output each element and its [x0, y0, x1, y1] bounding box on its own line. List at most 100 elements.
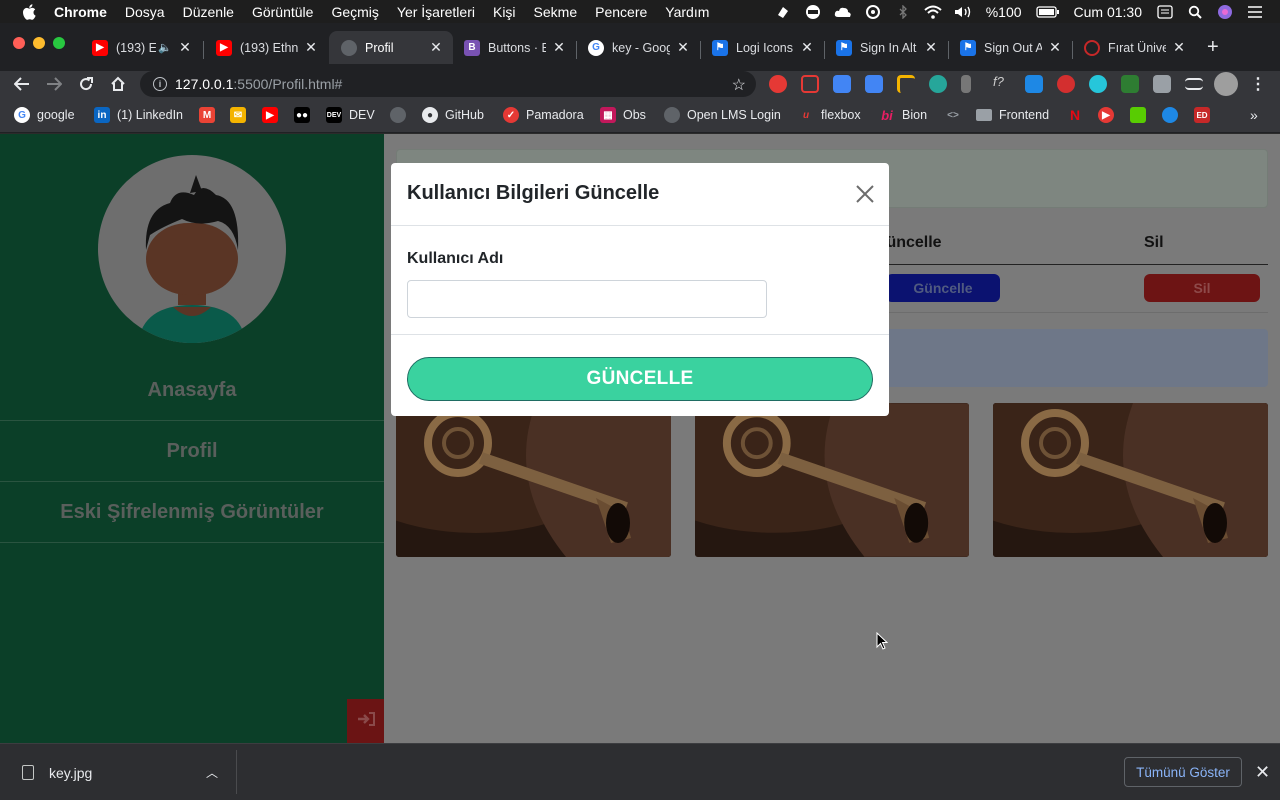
logout-button[interactable]: [347, 699, 384, 743]
bookmark-github[interactable]: ● GitHub: [422, 106, 484, 124]
bird-extension-icon[interactable]: [929, 75, 947, 93]
counter-extension-icon[interactable]: [833, 75, 851, 93]
close-tab-icon[interactable]: ✕: [1172, 39, 1186, 56]
tab-youtube-2[interactable]: ▶ (193) Ethn ✕: [204, 33, 328, 62]
tab-youtube-1[interactable]: ▶ (193) E 🔈 ✕: [80, 33, 202, 62]
menu-edit[interactable]: Düzenle: [183, 4, 234, 20]
translate-icon[interactable]: [865, 75, 883, 93]
forward-icon[interactable]: [44, 74, 64, 94]
bookmark-chat[interactable]: [1162, 106, 1185, 124]
bluetooth-icon[interactable]: [894, 4, 912, 19]
media-control-icon[interactable]: [1185, 78, 1203, 90]
tab-sign-in-alt[interactable]: ⚑ Sign In Alt ✕: [824, 33, 948, 62]
tab-firat-universitesi[interactable]: Fırat Ünive ✕: [1072, 33, 1196, 62]
bookmark-gmail[interactable]: M: [199, 106, 222, 124]
extensions-puzzle-icon[interactable]: [1153, 75, 1171, 93]
site-info-icon[interactable]: i: [153, 77, 167, 91]
close-tab-icon[interactable]: ✕: [304, 39, 318, 56]
maximize-window-button[interactable]: [53, 37, 65, 49]
bookmark-frontend[interactable]: Frontend: [976, 106, 1049, 124]
menu-people[interactable]: Kişi: [493, 4, 516, 20]
bookmark-mail[interactable]: ✉: [230, 106, 253, 124]
speaker-icon[interactable]: 🔈: [158, 41, 172, 54]
minimize-window-button[interactable]: [33, 37, 45, 49]
bookmark-youtube[interactable]: ▶: [262, 106, 285, 124]
menu-help[interactable]: Yardım: [665, 4, 709, 20]
close-tab-icon[interactable]: ✕: [1048, 39, 1062, 56]
notification-center-icon[interactable]: [1246, 5, 1264, 19]
close-icon[interactable]: [855, 184, 875, 204]
bookmark-code[interactable]: <>: [945, 106, 968, 124]
bookmark-flexbox[interactable]: u flexbox: [798, 106, 861, 124]
bookmark-medium[interactable]: ●●: [294, 106, 317, 124]
sidebar-item-eski-goruntuler[interactable]: Eski Şifrelenmiş Görüntüler: [0, 482, 384, 543]
lastpass-icon[interactable]: [1057, 75, 1075, 93]
bookmark-netflix[interactable]: N: [1067, 106, 1090, 124]
gallery-image[interactable]: [993, 403, 1268, 557]
tab-profil[interactable]: Profil ✕: [329, 31, 453, 64]
bookmark-star-icon[interactable]: ☆: [732, 75, 746, 95]
gallery-image[interactable]: [396, 403, 671, 557]
color-picker-icon[interactable]: [1025, 75, 1043, 93]
bookmark-bion[interactable]: bi Bion: [879, 106, 927, 124]
close-tab-icon[interactable]: ✕: [924, 39, 938, 56]
tab-sign-out-alt[interactable]: ⚑ Sign Out A ✕: [948, 33, 1072, 62]
spotlight-search-icon[interactable]: [1186, 5, 1204, 19]
submit-update-button[interactable]: GÜNCELLE: [407, 357, 873, 401]
app-status-icon[interactable]: [774, 5, 792, 19]
cloud-icon[interactable]: [834, 5, 852, 19]
pen-extension-icon[interactable]: [801, 75, 819, 93]
apple-icon[interactable]: [20, 3, 38, 20]
chrome-menu-icon[interactable]: ⋮: [1248, 74, 1268, 94]
clock[interactable]: Cum 01:30: [1074, 4, 1142, 20]
bookmark-play[interactable]: ▶: [1098, 106, 1121, 124]
close-tab-icon[interactable]: ✕: [676, 39, 690, 56]
menu-file[interactable]: Dosya: [125, 4, 165, 20]
siri-icon[interactable]: [1216, 4, 1234, 19]
menu-window[interactable]: Pencere: [595, 4, 647, 20]
gallery-image[interactable]: [695, 403, 969, 557]
keyboard-icon[interactable]: [1156, 4, 1174, 19]
bookmark-dev[interactable]: DEV DEV: [326, 106, 375, 124]
close-tab-icon[interactable]: ✕: [552, 39, 566, 56]
update-user-button[interactable]: Güncelle: [886, 274, 1000, 302]
profile-avatar[interactable]: [1214, 72, 1238, 96]
fx-extension-icon[interactable]: f?: [993, 74, 1011, 92]
close-tab-icon[interactable]: ✕: [800, 39, 814, 56]
reload-icon[interactable]: [76, 74, 96, 94]
tab-google-key[interactable]: G key - Goog ✕: [576, 33, 700, 62]
bookmark-pamadora[interactable]: ✓ Pamadora: [503, 106, 584, 124]
url-text[interactable]: 127.0.0.1:5500/Profil.html#: [175, 76, 342, 92]
username-input[interactable]: [407, 280, 767, 318]
m-extension-icon[interactable]: [1089, 75, 1107, 93]
show-all-downloads-button[interactable]: Tümünü Göster: [1124, 757, 1242, 787]
back-icon[interactable]: [12, 74, 32, 94]
menu-tab[interactable]: Sekme: [534, 4, 578, 20]
bookmark-google[interactable]: Ggoogle: [14, 106, 75, 124]
bookmark-ed[interactable]: ED: [1194, 106, 1217, 124]
close-window-button[interactable]: [13, 37, 25, 49]
bookmark-linkedin[interactable]: in (1) LinkedIn: [94, 106, 183, 124]
new-tab-button[interactable]: +: [1207, 37, 1219, 57]
r-extension-icon[interactable]: [1121, 75, 1139, 93]
close-icon[interactable]: ✕: [1255, 762, 1270, 783]
volume-icon[interactable]: [954, 5, 972, 19]
menu-history[interactable]: Geçmiş: [331, 4, 378, 20]
menu-bookmarks[interactable]: Yer İşaretleri: [397, 4, 475, 20]
chevron-up-icon[interactable]: ︿: [206, 764, 218, 781]
bookmarks-overflow-icon[interactable]: »: [1250, 106, 1258, 124]
close-tab-icon[interactable]: ✕: [178, 39, 192, 56]
tab-bootstrap-buttons[interactable]: B Buttons · B ✕: [452, 33, 576, 62]
bookmark-globe[interactable]: [390, 106, 413, 124]
home-icon[interactable]: [108, 74, 128, 94]
figure-extension-icon[interactable]: [961, 75, 971, 93]
tab-logi-icons[interactable]: ⚑ Logi Icons ✕: [700, 33, 824, 62]
menu-view[interactable]: Görüntüle: [252, 4, 313, 20]
close-tab-icon[interactable]: ✕: [429, 39, 443, 56]
wifi-icon[interactable]: [924, 5, 942, 19]
bookmark-duolingo[interactable]: [1130, 106, 1153, 124]
bookmark-obs[interactable]: ▦ Obs: [600, 106, 646, 124]
sidebar-item-anasayfa[interactable]: Anasayfa: [0, 360, 384, 421]
battery-icon[interactable]: [1035, 5, 1060, 19]
sidebar-item-profil[interactable]: Profil: [0, 421, 384, 482]
